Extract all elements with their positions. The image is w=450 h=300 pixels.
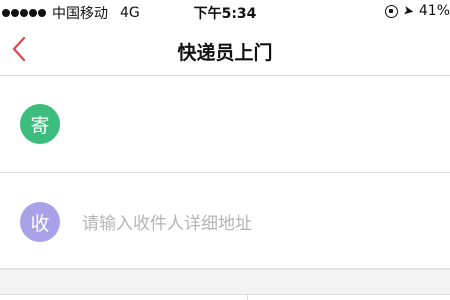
sender-address-row[interactable]: 寄: [0, 77, 450, 173]
status-bar: 中国移动 4G 下午5:34 ➤ 41%: [0, 0, 450, 22]
receiver-icon: 收: [20, 202, 60, 242]
nav-bar: 快递员上门: [0, 22, 450, 76]
status-right: ➤ 41%: [384, 2, 450, 20]
orientation-lock-icon: [384, 4, 398, 18]
receiver-address-row[interactable]: 收 请输入收件人详细地址: [0, 173, 450, 269]
sender-icon: 寄: [20, 104, 60, 144]
location-arrow-icon: ➤: [401, 2, 416, 20]
battery-label: 41%: [418, 3, 450, 19]
sender-address-redacted: [82, 143, 202, 155]
next-section-divider: [247, 294, 248, 300]
receiver-address-placeholder[interactable]: 请输入收件人详细地址: [82, 209, 252, 234]
status-time: 下午5:34: [193, 6, 257, 22]
section-separator: [0, 269, 450, 300]
page-title: 快递员上门: [177, 42, 273, 64]
sender-detail-redacted: [82, 123, 232, 135]
next-section-top: [0, 294, 450, 300]
sender-info-redacted: [82, 99, 322, 159]
sender-name-phone-redacted: [82, 99, 252, 111]
